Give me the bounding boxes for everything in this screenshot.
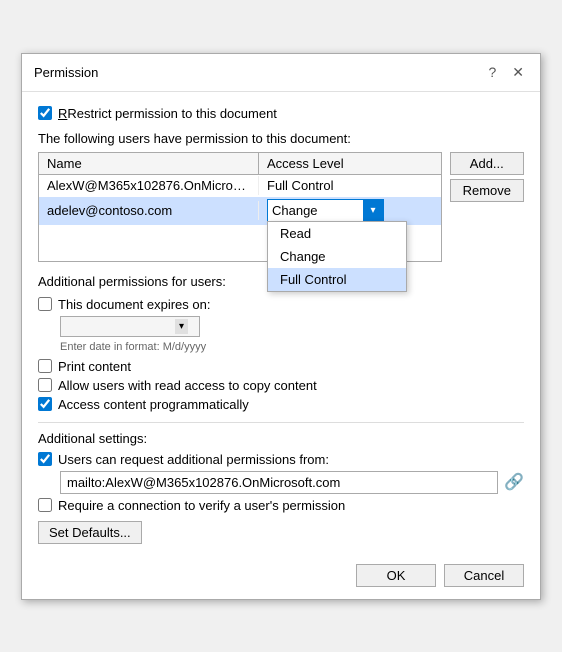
copy-label: Allow users with read access to copy con… [58,378,317,393]
email-row: 🔗 [60,471,524,494]
table-buttons: Add... Remove [450,152,524,262]
dropdown-popup: Read Change Full Control [267,221,407,292]
date-row: ▾ [60,316,524,337]
programmatic-row: Access content programmatically [38,397,524,412]
restrict-label: RRestrict permission to this document [58,106,277,121]
users-section-label: The following users have permission to t… [38,131,524,146]
additional-permissions-section: Additional permissions for users: This d… [38,274,524,412]
permission-table: Name Access Level AlexW@M365x102876.OnMi… [38,152,442,262]
additional-settings-section: Additional settings: Users can request a… [38,431,524,544]
date-hint: Enter date in format: M/d/yyyy [60,341,524,353]
section-divider [38,422,524,423]
td-access-1: Full Control [259,176,441,195]
add-button[interactable]: Add... [450,152,524,175]
table-header: Name Access Level [39,153,441,175]
table-row-selected[interactable]: adelev@contoso.com Change ▾ Read Change [39,197,441,225]
access-dropdown: Change ▾ Read Change Full Control [267,199,433,223]
dropdown-option-change[interactable]: Change [268,245,406,268]
td-name-2: adelev@contoso.com [39,201,259,220]
copy-checkbox[interactable] [38,378,52,392]
td-access-2: Change ▾ Read Change Full Control [259,197,441,225]
td-name-1: AlexW@M365x102876.OnMicrosoft.com [39,176,259,195]
date-input[interactable] [65,319,175,333]
link-icon: 🔗 [504,472,524,492]
request-permissions-row: Users can request additional permissions… [38,452,524,467]
close-icon[interactable]: ✕ [508,62,528,83]
require-connection-checkbox[interactable] [38,498,52,512]
dropdown-arrow-btn[interactable]: ▾ [363,200,383,222]
dialog-body: RRestrict permission to this document Th… [22,92,540,556]
table-row[interactable]: AlexW@M365x102876.OnMicrosoft.com Full C… [39,175,441,197]
dialog-titlebar: Permission ? ✕ [22,54,540,92]
additional-settings-label: Additional settings: [38,431,524,446]
require-connection-row: Require a connection to verify a user's … [38,498,524,513]
set-defaults-button[interactable]: Set Defaults... [38,521,142,544]
help-icon[interactable]: ? [484,62,500,82]
remove-button[interactable]: Remove [450,179,524,202]
ok-button[interactable]: OK [356,564,436,587]
dropdown-value: Change [268,201,363,220]
restrict-row: RRestrict permission to this document [38,106,524,121]
dropdown-option-read[interactable]: Read [268,222,406,245]
expires-row: This document expires on: [38,297,524,312]
cancel-button[interactable]: Cancel [444,564,524,587]
permission-table-container: Name Access Level AlexW@M365x102876.OnMi… [38,152,524,262]
permission-dialog: Permission ? ✕ RRestrict permission to t… [21,53,541,600]
titlebar-icons: ? ✕ [484,62,528,83]
expires-label: This document expires on: [58,297,210,312]
dropdown-option-fullcontrol[interactable]: Full Control [268,268,406,291]
dialog-title: Permission [34,65,98,80]
print-label: Print content [58,359,131,374]
dialog-footer: OK Cancel [22,556,540,599]
date-input-wrap: ▾ [60,316,200,337]
programmatic-checkbox[interactable] [38,397,52,411]
print-checkbox[interactable] [38,359,52,373]
request-permissions-checkbox[interactable] [38,452,52,466]
th-access: Access Level [259,153,441,174]
programmatic-label: Access content programmatically [58,397,249,412]
th-name: Name [39,153,259,174]
request-permissions-label: Users can request additional permissions… [58,452,329,467]
restrict-checkbox[interactable] [38,106,52,120]
set-defaults-wrapper: Set Defaults... [38,521,524,544]
email-input[interactable] [60,471,498,494]
require-connection-label: Require a connection to verify a user's … [58,498,345,513]
copy-row: Allow users with read access to copy con… [38,378,524,393]
date-dropdown-btn[interactable]: ▾ [175,319,188,334]
expires-checkbox[interactable] [38,297,52,311]
print-row: Print content [38,359,524,374]
